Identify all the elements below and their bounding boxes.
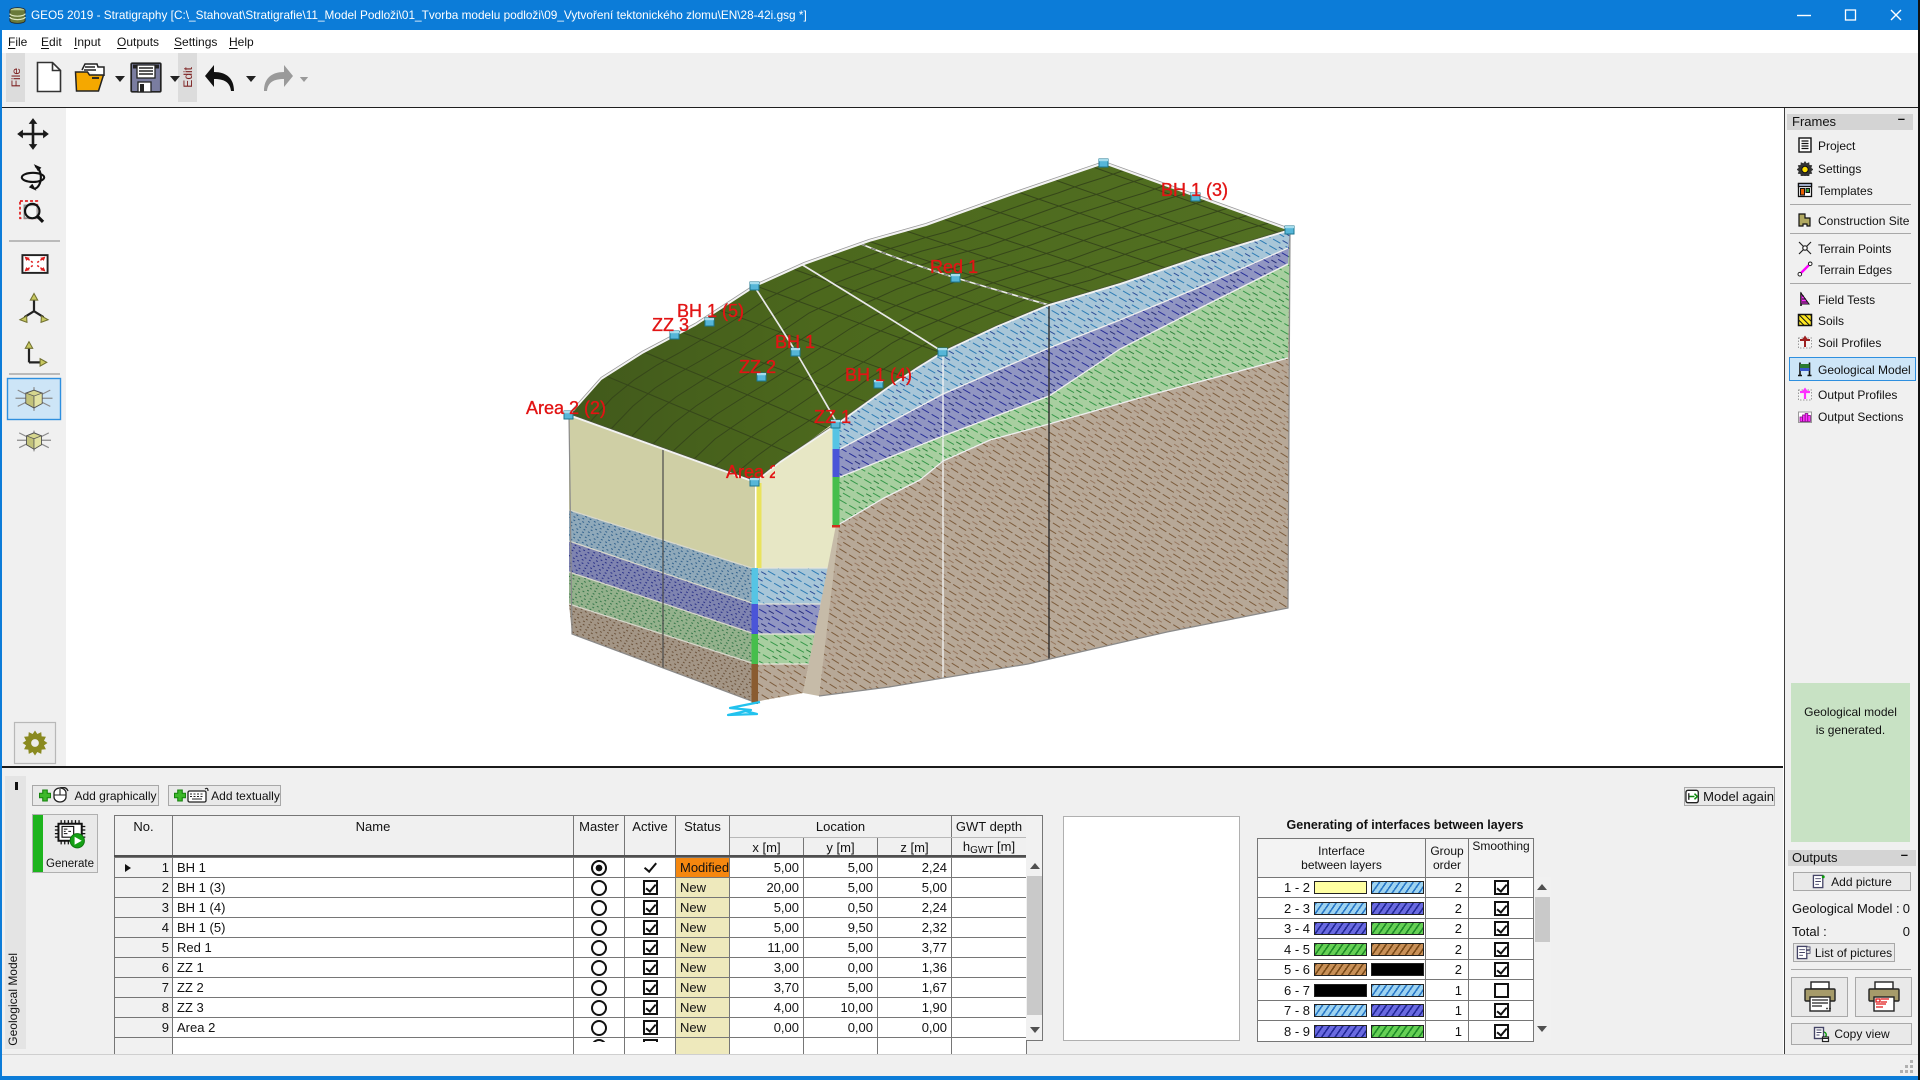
- svg-text:BH 1 (4): BH 1 (4): [845, 365, 912, 385]
- svg-text:BH 1: BH 1: [775, 332, 815, 352]
- svg-text:BH 1 (3): BH 1 (3): [1161, 180, 1228, 200]
- svg-text:Area 2: Area 2: [726, 462, 779, 482]
- svg-text:Red 1: Red 1: [930, 257, 978, 277]
- svg-text:ZZ 3: ZZ 3: [652, 315, 689, 335]
- svg-text:Area 2 (2): Area 2 (2): [526, 398, 606, 418]
- svg-text:ZZ 1: ZZ 1: [814, 407, 851, 427]
- svg-text:ZZ 2: ZZ 2: [739, 357, 776, 377]
